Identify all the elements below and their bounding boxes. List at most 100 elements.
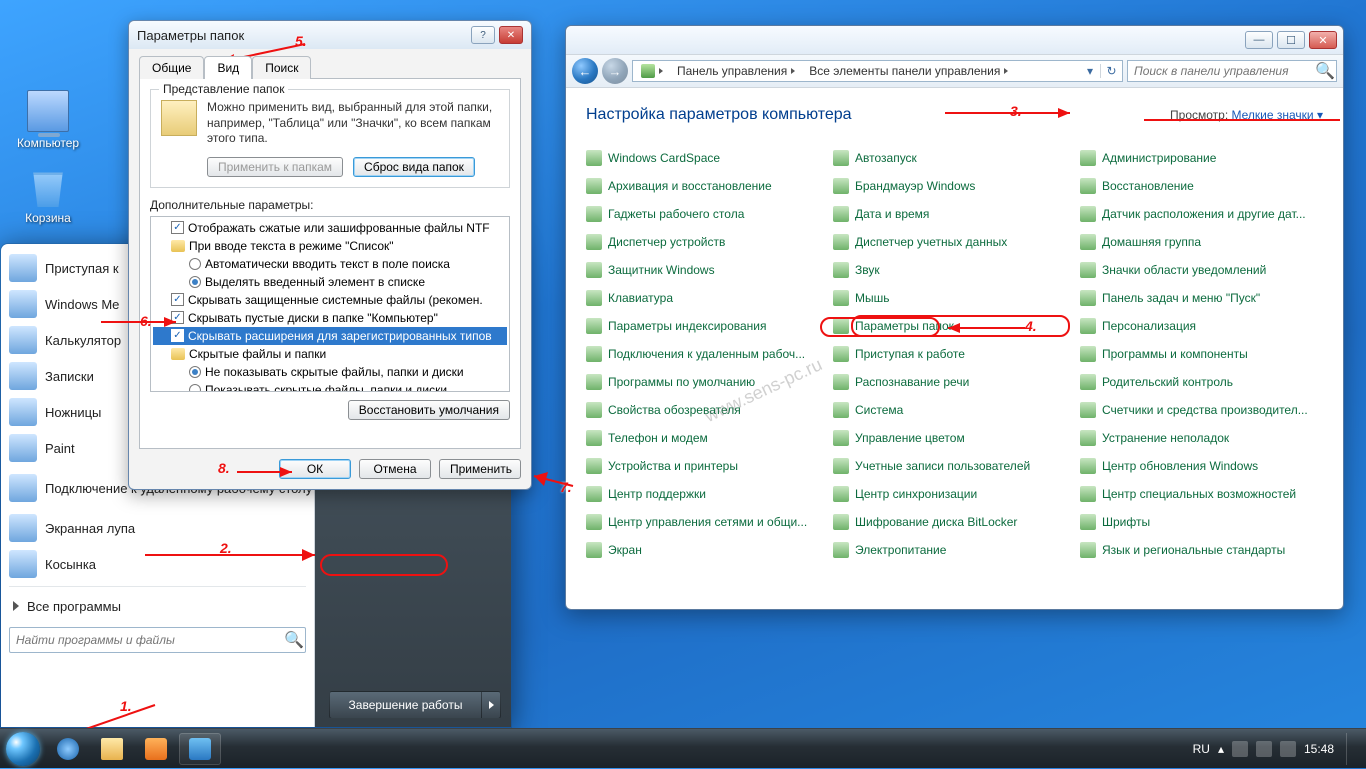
network-icon[interactable] bbox=[1256, 741, 1272, 757]
control-panel-item[interactable]: Электропитание bbox=[833, 538, 1076, 562]
control-panel-item[interactable]: Свойства обозревателя bbox=[586, 398, 829, 422]
tab-search[interactable]: Поиск bbox=[252, 56, 311, 79]
control-panel-item[interactable]: Телефон и модем bbox=[586, 426, 829, 450]
tray-expand-icon[interactable]: ▴ bbox=[1218, 742, 1224, 756]
apply-button[interactable]: Применить bbox=[439, 459, 521, 479]
shutdown-options-arrow[interactable] bbox=[481, 691, 501, 719]
start-search-box[interactable]: 🔍 bbox=[9, 627, 306, 653]
dialog-titlebar[interactable]: Параметры папок ? ✕ bbox=[129, 21, 531, 49]
control-panel-item[interactable]: Автозапуск bbox=[833, 146, 1076, 170]
tree-node[interactable]: Скрытые файлы и папки bbox=[153, 345, 507, 363]
control-panel-item[interactable]: Родительский контроль bbox=[1080, 370, 1323, 394]
control-panel-item[interactable]: Центр управления сетями и общи... bbox=[586, 510, 829, 534]
start-button[interactable] bbox=[0, 729, 46, 769]
flag-icon[interactable] bbox=[1232, 741, 1248, 757]
control-panel-item[interactable]: Программы и компоненты bbox=[1080, 342, 1323, 366]
control-panel-item[interactable]: Программы по умолчанию bbox=[586, 370, 829, 394]
ok-button[interactable]: ОК bbox=[279, 459, 351, 479]
address-bar[interactable]: Панель управления Все элементы панели уп… bbox=[632, 60, 1123, 82]
tree-node[interactable]: ✓Отображать сжатые или зашифрованные фай… bbox=[153, 219, 507, 237]
tree-node[interactable]: Автоматически вводить текст в поле поиск… bbox=[153, 255, 507, 273]
control-panel-item[interactable]: Параметры папок bbox=[833, 314, 1076, 338]
control-panel-item[interactable]: Центр специальных возможностей bbox=[1080, 482, 1323, 506]
minimize-button[interactable]: — bbox=[1245, 31, 1273, 49]
search-box[interactable]: 🔍 bbox=[1127, 60, 1337, 82]
search-input[interactable] bbox=[1128, 64, 1314, 78]
control-panel-item[interactable]: Персонализация bbox=[1080, 314, 1323, 338]
tree-node[interactable]: Выделять введенный элемент в списке bbox=[153, 273, 507, 291]
control-panel-item[interactable]: Приступая к работе bbox=[833, 342, 1076, 366]
control-panel-item[interactable]: Клавиатура bbox=[586, 286, 829, 310]
reset-folders-button[interactable]: Сброс вида папок bbox=[353, 157, 475, 177]
control-panel-item[interactable]: Гаджеты рабочего стола bbox=[586, 202, 829, 226]
tree-node[interactable]: ✓Скрывать защищенные системные файлы (ре… bbox=[153, 291, 507, 309]
tree-node[interactable]: Показывать скрытые файлы, папки и диски bbox=[153, 381, 507, 392]
start-search-input[interactable] bbox=[10, 633, 283, 647]
taskbar-explorer-button[interactable] bbox=[91, 733, 133, 765]
control-panel-item[interactable]: Экран bbox=[586, 538, 829, 562]
view-mode-dropdown[interactable]: Мелкие значки ▾ bbox=[1232, 108, 1323, 122]
shutdown-button[interactable]: Завершение работы bbox=[329, 691, 481, 719]
cancel-button[interactable]: Отмена bbox=[359, 459, 431, 479]
desktop-icon-recycle-bin[interactable]: Корзина bbox=[10, 165, 86, 225]
close-button[interactable]: ✕ bbox=[499, 26, 523, 44]
tab-view[interactable]: Вид bbox=[204, 56, 252, 79]
control-panel-item[interactable]: Устранение неполадок bbox=[1080, 426, 1323, 450]
tree-node[interactable]: ✓Скрывать расширения для зарегистрирован… bbox=[153, 327, 507, 345]
taskbar-app-button[interactable] bbox=[179, 733, 221, 765]
nav-forward-button[interactable]: → bbox=[602, 58, 628, 84]
clock[interactable]: 15:48 bbox=[1304, 742, 1334, 756]
control-panel-item[interactable]: Язык и региональные стандарты bbox=[1080, 538, 1323, 562]
control-panel-item[interactable]: Значки области уведомлений bbox=[1080, 258, 1323, 282]
close-button[interactable]: ✕ bbox=[1309, 31, 1337, 49]
refresh-button[interactable]: ↻ bbox=[1100, 64, 1122, 78]
control-panel-item[interactable]: Звук bbox=[833, 258, 1076, 282]
lang-indicator[interactable]: RU bbox=[1193, 742, 1210, 756]
control-panel-item[interactable]: Центр поддержки bbox=[586, 482, 829, 506]
taskbar-ie-button[interactable] bbox=[47, 733, 89, 765]
control-panel-item[interactable]: Датчик расположения и другие дат... bbox=[1080, 202, 1323, 226]
control-panel-item[interactable]: Администрирование bbox=[1080, 146, 1323, 170]
control-panel-item[interactable]: Шифрование диска BitLocker bbox=[833, 510, 1076, 534]
tab-general[interactable]: Общие bbox=[139, 56, 204, 79]
control-panel-item[interactable]: Параметры индексирования bbox=[586, 314, 829, 338]
control-panel-item[interactable]: Устройства и принтеры bbox=[586, 454, 829, 478]
control-panel-item[interactable]: Мышь bbox=[833, 286, 1076, 310]
tree-node[interactable]: ✓Скрывать пустые диски в папке "Компьюте… bbox=[153, 309, 507, 327]
control-panel-item[interactable]: Учетные записи пользователей bbox=[833, 454, 1076, 478]
control-panel-item[interactable]: Windows CardSpace bbox=[586, 146, 829, 170]
desktop-icon-computer[interactable]: Компьютер bbox=[10, 90, 86, 150]
control-panel-item[interactable]: Центр синхронизации bbox=[833, 482, 1076, 506]
tree-node[interactable]: Не показывать скрытые файлы, папки и дис… bbox=[153, 363, 507, 381]
control-panel-item[interactable]: Дата и время bbox=[833, 202, 1076, 226]
apply-to-folders-button[interactable]: Применить к папкам bbox=[207, 157, 343, 177]
show-desktop-button[interactable] bbox=[1346, 733, 1354, 765]
control-panel-item[interactable]: Управление цветом bbox=[833, 426, 1076, 450]
control-panel-item[interactable]: Система bbox=[833, 398, 1076, 422]
start-menu-item[interactable]: Косынка bbox=[3, 546, 312, 582]
control-panel-item[interactable]: Брандмауэр Windows bbox=[833, 174, 1076, 198]
control-panel-item[interactable]: Диспетчер учетных данных bbox=[833, 230, 1076, 254]
advanced-settings-tree[interactable]: ✓Отображать сжатые или зашифрованные фай… bbox=[150, 216, 510, 392]
control-panel-item[interactable]: Защитник Windows bbox=[586, 258, 829, 282]
volume-icon[interactable] bbox=[1280, 741, 1296, 757]
control-panel-item[interactable]: Центр обновления Windows bbox=[1080, 454, 1323, 478]
maximize-button[interactable]: ☐ bbox=[1277, 31, 1305, 49]
restore-defaults-button[interactable]: Восстановить умолчания bbox=[348, 400, 510, 420]
control-panel-item[interactable]: Диспетчер устройств bbox=[586, 230, 829, 254]
control-panel-item[interactable]: Восстановление bbox=[1080, 174, 1323, 198]
help-button[interactable]: ? bbox=[471, 26, 495, 44]
control-panel-item[interactable]: Домашняя группа bbox=[1080, 230, 1323, 254]
control-panel-item[interactable]: Подключения к удаленным рабоч... bbox=[586, 342, 829, 366]
tree-node[interactable]: При вводе текста в режиме "Список" bbox=[153, 237, 507, 255]
start-menu-item[interactable]: Экранная лупа bbox=[3, 510, 312, 546]
control-panel-item[interactable]: Распознавание речи bbox=[833, 370, 1076, 394]
taskbar-media-button[interactable] bbox=[135, 733, 177, 765]
control-panel-item[interactable]: Счетчики и средства производител... bbox=[1080, 398, 1323, 422]
all-programs-button[interactable]: Все программы bbox=[3, 591, 312, 621]
control-panel-item[interactable]: Шрифты bbox=[1080, 510, 1323, 534]
window-titlebar[interactable]: — ☐ ✕ bbox=[566, 26, 1343, 54]
control-panel-item[interactable]: Архивация и восстановление bbox=[586, 174, 829, 198]
control-panel-item[interactable]: Панель задач и меню "Пуск" bbox=[1080, 286, 1323, 310]
nav-back-button[interactable]: ← bbox=[572, 58, 598, 84]
